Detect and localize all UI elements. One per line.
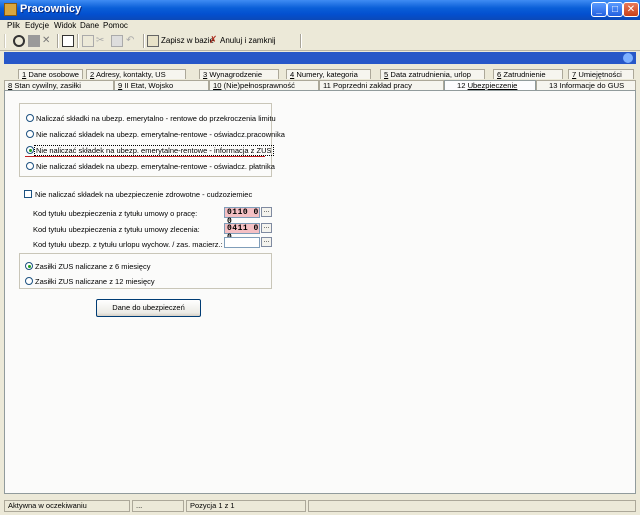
tab-stan-cywilny[interactable]: 8 Stan cywilny, zasiłki [4, 80, 114, 90]
properties-icon[interactable] [62, 35, 74, 47]
tab-dane-osobowe[interactable]: 1 Dane osobowe [18, 69, 83, 79]
tab-data-zatrudnienia[interactable]: 5 Data zatrudnienia, urlop [380, 69, 485, 79]
info-icon[interactable] [623, 53, 633, 63]
insurance-data-button[interactable]: Dane do ubezpieczeń [96, 299, 201, 317]
save-to-db-button[interactable]: Zapisz w bazie [161, 36, 214, 45]
menu-edycje[interactable]: Edycje [25, 21, 49, 30]
code-label-urlop: Kod tytułu ubezp. z tytułu urlopu wychow… [33, 240, 223, 249]
zus-option-12-label[interactable]: Zasiłki ZUS naliczane z 12 miesięcy [35, 277, 155, 286]
pension-radio-1[interactable] [26, 114, 34, 122]
tab-informacje-gus[interactable]: 13 Informacje do GUS [536, 80, 636, 90]
tab-numery[interactable]: 4 Numery, kategoria [286, 69, 371, 79]
zus-option-6-label[interactable]: Zasiłki ZUS naliczane z 6 miesięcy [35, 262, 150, 271]
zus-radio-12[interactable] [25, 277, 33, 285]
code-lookup-button-3[interactable]: ... [261, 237, 272, 247]
health-insurance-label[interactable]: Nie naliczać składek na ubezpieczenie zd… [35, 190, 252, 199]
delete-icon[interactable]: ✕ [42, 35, 54, 47]
pension-option-3-label[interactable]: Nie naliczać składek na ubezp. emerytaln… [34, 145, 274, 156]
tab-umiejetnosci[interactable]: 7 Umiejętności [568, 69, 634, 79]
toolbar: ✕ ✂ ↶ Zapisz w bazie ✗ Anuluj i zamknij [0, 32, 640, 51]
save-disk-icon[interactable] [28, 35, 40, 47]
pension-radio-3[interactable] [26, 146, 34, 154]
red-underline [25, 156, 265, 157]
status-right [308, 500, 636, 512]
menu-dane[interactable]: Dane [80, 21, 99, 30]
pension-option-2-label[interactable]: Nie naliczać składek na ubezp. emerytaln… [36, 130, 285, 139]
tab-zatrudnienie[interactable]: 6 Zatrudnienie [493, 69, 563, 79]
maximize-button[interactable]: □ [607, 2, 623, 17]
code-lookup-button-2[interactable]: ... [261, 223, 272, 233]
code-input-urlop[interactable] [224, 237, 260, 248]
pension-radio-4[interactable] [26, 162, 34, 170]
zus-radio-6[interactable] [25, 262, 33, 270]
menu-plik[interactable]: Plik [7, 21, 20, 30]
pension-radio-2[interactable] [26, 130, 34, 138]
code-label-umowa-o-prace: Kod tytułu ubezpieczenia z tytułu umowy … [33, 209, 198, 218]
status-mid: ... [132, 500, 184, 512]
code-label-umowa-zlecenia: Kod tytułu ubezpieczenia z tytułu umowy … [33, 225, 200, 234]
code-input-umowa-o-prace[interactable]: 0110 0 0 [224, 207, 260, 226]
tab-poprzedni-zaklad[interactable]: 11 Poprzedni zakład pracy [319, 80, 444, 90]
header-strip [4, 52, 636, 64]
tab-ii-etat[interactable]: 9 II Etat, Wojsko [114, 80, 209, 90]
tab-niepelnosprawnosc[interactable]: 10 (Nie)pełnosprawność [209, 80, 319, 90]
menu-widok[interactable]: Widok [54, 21, 76, 30]
cancel-close-button[interactable]: Anuluj i zamknij [220, 36, 276, 45]
window-title: Pracownicy [20, 3, 82, 15]
cut-icon[interactable]: ✂ [96, 35, 108, 47]
status-left: Aktywna w oczekiwaniu [4, 500, 130, 512]
menu-pomoc[interactable]: Pomoc [103, 21, 128, 30]
code-lookup-button-1[interactable]: ... [261, 207, 272, 217]
minimize-button[interactable]: _ [591, 2, 607, 17]
tab-adresy[interactable]: 2 Adresy, kontakty, US [86, 69, 186, 79]
health-insurance-checkbox[interactable] [24, 190, 32, 198]
app-icon [4, 3, 17, 16]
status-bar: Aktywna w oczekiwaniu ... Pozycja 1 z 1 [0, 498, 640, 515]
close-button[interactable]: ✕ [623, 2, 639, 17]
pension-option-1-label[interactable]: Naliczać składki na ubezp. emerytalno - … [36, 114, 276, 123]
code-input-umowa-zlecenia[interactable]: 0411 0 0 [224, 223, 260, 242]
menu-bar: Plik Edycje Widok Dane Pomoc [0, 20, 640, 31]
paste-icon[interactable] [111, 35, 123, 47]
status-position: Pozycja 1 z 1 [186, 500, 306, 512]
pension-option-4-label[interactable]: Nie naliczać składek na ubezp. emerytaln… [36, 162, 275, 171]
save-to-db-icon [147, 35, 159, 47]
copy-icon[interactable] [82, 35, 94, 47]
title-bar: Pracownicy _ □ ✕ [0, 0, 640, 20]
refresh-icon[interactable] [13, 35, 25, 47]
undo-icon[interactable]: ↶ [126, 35, 138, 47]
tab-wynagrodzenie[interactable]: 3 Wynagrodzenie [199, 69, 279, 79]
